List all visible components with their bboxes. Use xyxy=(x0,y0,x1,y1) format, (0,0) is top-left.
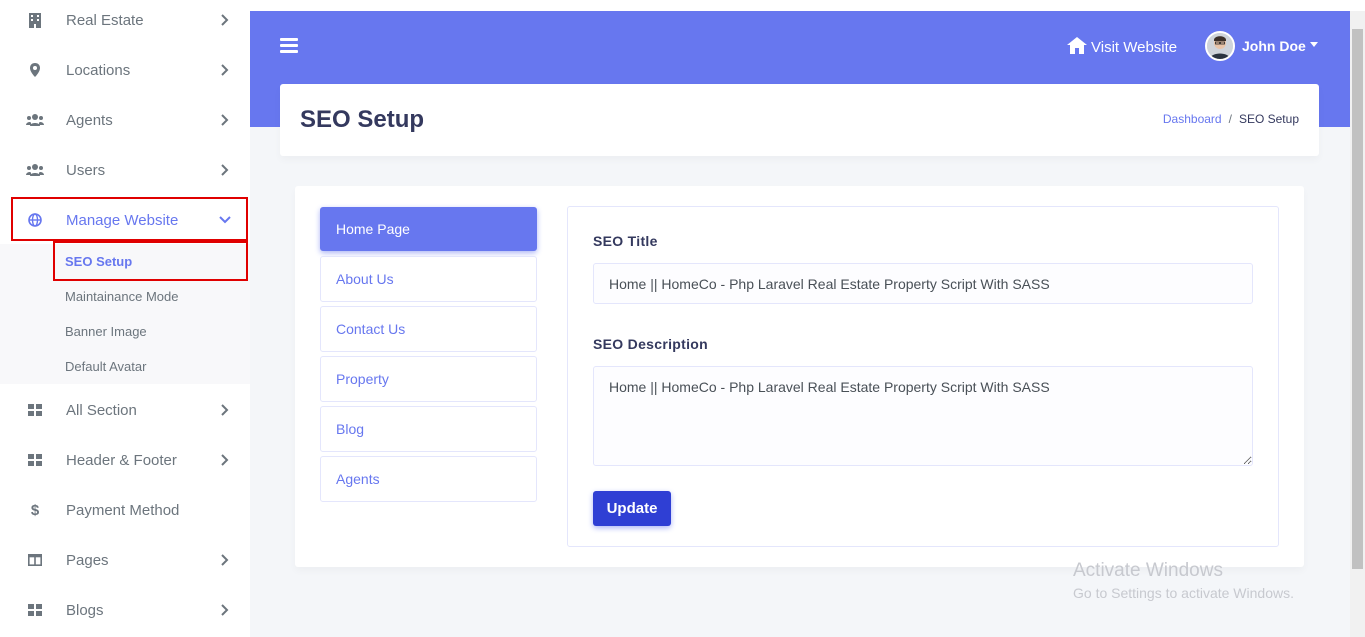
sidebar-item-label: Blogs xyxy=(66,601,104,619)
submenu-item-maintainance-mode[interactable]: Maintainance Mode xyxy=(65,289,178,304)
sidebar-item-label: Payment Method xyxy=(66,501,180,519)
breadcrumb-current: SEO Setup xyxy=(1238,112,1299,126)
sidebar-item-label: Real Estate xyxy=(66,11,144,29)
user-name: John Doe xyxy=(1242,38,1306,54)
sidebar-item-header-footer[interactable]: Header & Footer xyxy=(0,435,250,485)
users-icon xyxy=(26,161,44,179)
seo-title-label: SEO Title xyxy=(593,233,658,249)
sidebar-item-label: Locations xyxy=(66,61,131,79)
sidebar-item-payment-method[interactable]: $ Payment Method xyxy=(0,485,250,535)
chevron-right-icon xyxy=(218,13,232,27)
avatar xyxy=(1205,31,1235,61)
chevron-right-icon xyxy=(218,63,232,77)
top-strip xyxy=(250,0,1365,11)
grid-icon xyxy=(26,601,44,619)
visit-website-label: Visit Website xyxy=(1091,39,1178,56)
tab-contact-us[interactable]: Contact Us xyxy=(320,306,537,352)
tab-agents[interactable]: Agents xyxy=(320,456,537,502)
users-icon xyxy=(26,111,44,129)
highlight-box xyxy=(11,197,248,241)
user-dropdown[interactable]: John Doe xyxy=(1205,31,1318,61)
home-icon xyxy=(1067,37,1087,58)
visit-website-link[interactable]: Visit Website xyxy=(1067,37,1177,58)
tab-home-page[interactable]: Home Page xyxy=(320,207,537,251)
submenu-item-banner-image[interactable]: Banner Image xyxy=(65,324,147,339)
scrollbar-thumb[interactable] xyxy=(1352,29,1363,569)
sidebar-item-real-estate[interactable]: Real Estate xyxy=(0,0,250,45)
caret-down-icon xyxy=(1309,41,1318,47)
columns-icon xyxy=(26,551,44,569)
chevron-right-icon xyxy=(218,113,232,127)
grid-icon xyxy=(26,401,44,419)
map-marker-icon xyxy=(26,61,44,79)
tab-about-us[interactable]: About Us xyxy=(320,256,537,302)
chevron-right-icon xyxy=(218,553,232,567)
chevron-right-icon xyxy=(218,603,232,617)
sidebar-item-agents[interactable]: Agents xyxy=(0,95,250,145)
hamburger-menu-icon[interactable] xyxy=(280,38,298,54)
dollar-icon: $ xyxy=(30,501,40,519)
grid-icon xyxy=(26,451,44,469)
sidebar-item-locations[interactable]: Locations xyxy=(0,45,250,95)
sidebar: Real Estate Locations Agents Users Manag… xyxy=(0,0,250,637)
breadcrumb-dashboard-link[interactable]: Dashboard xyxy=(1163,112,1222,126)
page-scrollbar[interactable] xyxy=(1350,11,1365,637)
sidebar-item-blogs[interactable]: Blogs xyxy=(0,585,250,635)
building-icon xyxy=(26,11,44,29)
tab-property[interactable]: Property xyxy=(320,356,537,402)
update-button[interactable]: Update xyxy=(593,491,671,526)
sidebar-item-label: Pages xyxy=(66,551,109,569)
submenu-item-default-avatar[interactable]: Default Avatar xyxy=(65,359,146,374)
sidebar-item-pages[interactable]: Pages xyxy=(0,535,250,585)
page-title: SEO Setup xyxy=(300,106,425,133)
seo-description-label: SEO Description xyxy=(593,336,708,352)
seo-title-input[interactable] xyxy=(593,263,1253,304)
seo-description-input[interactable]: Home || HomeCo - Php Laravel Real Estate… xyxy=(593,366,1253,466)
sidebar-item-label: Agents xyxy=(66,111,113,129)
highlight-box xyxy=(53,241,248,281)
sidebar-item-label: All Section xyxy=(66,401,137,419)
chevron-right-icon xyxy=(218,403,232,417)
sidebar-item-all-section[interactable]: All Section xyxy=(0,385,250,435)
activate-windows-subtitle: Go to Settings to activate Windows. xyxy=(1073,585,1294,601)
breadcrumb-separator: / xyxy=(1228,112,1232,126)
tab-blog[interactable]: Blog xyxy=(320,406,537,452)
sidebar-item-label: Users xyxy=(66,161,106,179)
breadcrumb: Dashboard / SEO Setup xyxy=(1163,112,1299,126)
chevron-right-icon xyxy=(218,453,232,467)
sidebar-item-users[interactable]: Users xyxy=(0,145,250,195)
chevron-right-icon xyxy=(218,163,232,177)
activate-windows-title: Activate Windows xyxy=(1073,560,1223,581)
sidebar-item-label: Header & Footer xyxy=(66,451,177,469)
page-header: SEO Setup Dashboard / SEO Setup xyxy=(280,84,1319,156)
